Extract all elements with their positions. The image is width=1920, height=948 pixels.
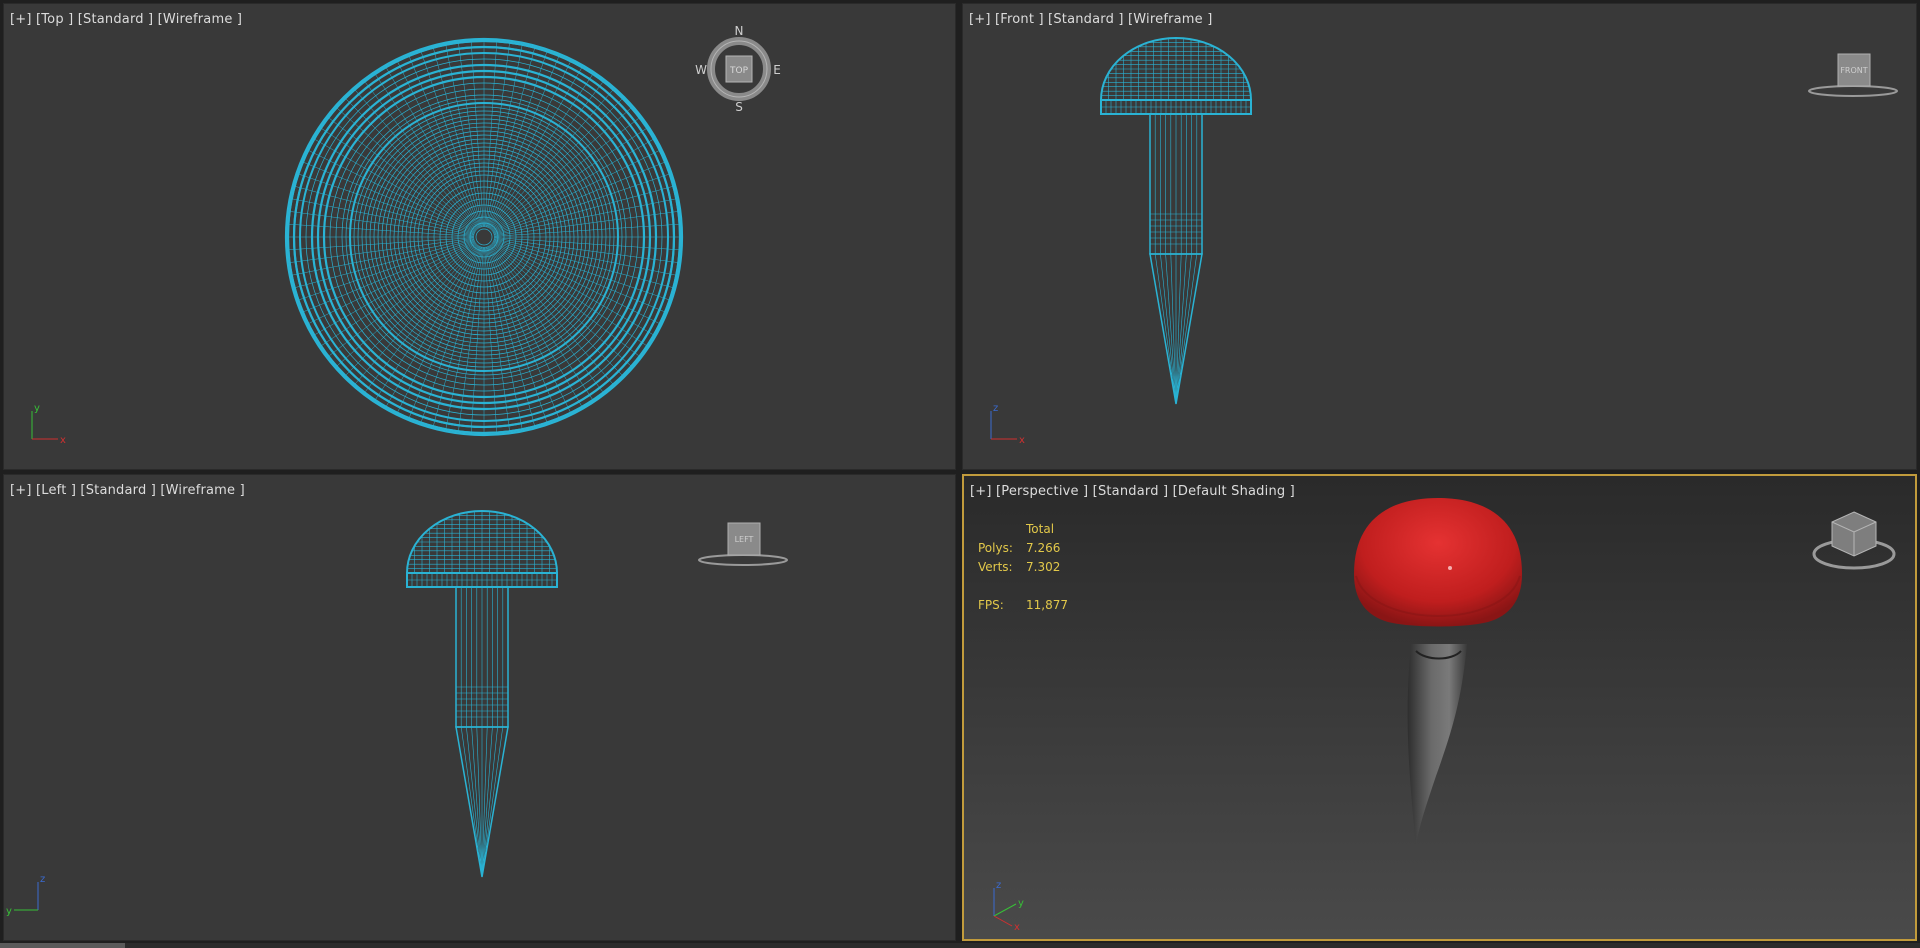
- pin-left-wireframe: [405, 510, 559, 878]
- axis-z-label: z: [993, 403, 998, 414]
- axis-y-label: y: [34, 403, 40, 414]
- viewport-label-top[interactable]: [+] [Top ] [Standard ] [Wireframe ]: [10, 12, 242, 27]
- perspective-scene: [1354, 498, 1522, 846]
- viewport-label-front[interactable]: [+] [Front ] [Standard ] [Wireframe ]: [969, 12, 1212, 27]
- axis-x-label: x: [1019, 435, 1025, 446]
- fps-label: FPS:: [978, 598, 1004, 612]
- bottom-scroll-strip[interactable]: [0, 943, 1920, 948]
- viewport-top[interactable]: [+] [Top ] [Standard ] [Wireframe ] TOP …: [3, 3, 956, 470]
- axis-z-label: z: [40, 874, 45, 885]
- axis-tripod-perspective: z y x: [993, 880, 1024, 933]
- top-wireframe-scene: [284, 37, 684, 437]
- pin-top-wireframe: [284, 37, 684, 437]
- front-wireframe-scene: [1099, 37, 1253, 405]
- verts-label: Verts:: [978, 560, 1013, 574]
- viewport-left[interactable]: [+] [Left ] [Standard ] [Wireframe ] LEF…: [3, 474, 956, 941]
- axis-tripod-top: y x: [31, 403, 66, 446]
- viewcube-top-label: TOP: [729, 66, 749, 76]
- verts-value: 7.302: [1026, 560, 1061, 574]
- viewport-perspective[interactable]: [+] [Perspective ] [Standard ] [Default …: [962, 474, 1917, 941]
- viewport-label-perspective[interactable]: [+] [Perspective ] [Standard ] [Default …: [970, 484, 1295, 499]
- compass-north: N: [735, 24, 744, 38]
- axis-x-label: x: [1014, 922, 1020, 933]
- viewcube-left[interactable]: LEFT: [688, 513, 798, 573]
- compass-east: E: [773, 63, 781, 77]
- viewport-front[interactable]: [+] [Front ] [Standard ] [Wireframe ] FR…: [962, 3, 1917, 470]
- axis-x-label: x: [60, 435, 66, 446]
- viewcube-left-label: LEFT: [735, 535, 754, 544]
- viewcube-front[interactable]: FRONT: [1798, 44, 1908, 104]
- fps-value: 11,877: [1026, 598, 1068, 612]
- axis-y-label: y: [6, 906, 12, 917]
- stats-header: Total: [1026, 522, 1055, 536]
- polys-value: 7.266: [1026, 541, 1061, 555]
- polys-label: Polys:: [978, 541, 1013, 555]
- viewcube-front-label: FRONT: [1840, 66, 1867, 75]
- pin-head: [1354, 498, 1522, 627]
- compass-viewcube[interactable]: TOP N S E W: [694, 24, 784, 114]
- viewport-label-left[interactable]: [+] [Left ] [Standard ] [Wireframe ]: [10, 483, 245, 498]
- left-wireframe-scene: [405, 510, 559, 878]
- viewcube-perspective[interactable]: [1804, 506, 1904, 576]
- axis-tripod-left: z y: [6, 874, 45, 917]
- compass-west: W: [695, 63, 707, 77]
- pin-front-wireframe: [1099, 37, 1253, 405]
- axis-tripod-front: z x: [990, 403, 1025, 446]
- statistics-overlay: Total Polys: 7.266 Verts: 7.302 FPS: 11,877: [978, 520, 1106, 615]
- axis-y-label: y: [1018, 898, 1024, 909]
- pin-shaft: [1407, 644, 1467, 846]
- axis-z-label: z: [996, 880, 1001, 891]
- compass-south: S: [735, 100, 743, 114]
- scroll-thumb[interactable]: [0, 943, 125, 948]
